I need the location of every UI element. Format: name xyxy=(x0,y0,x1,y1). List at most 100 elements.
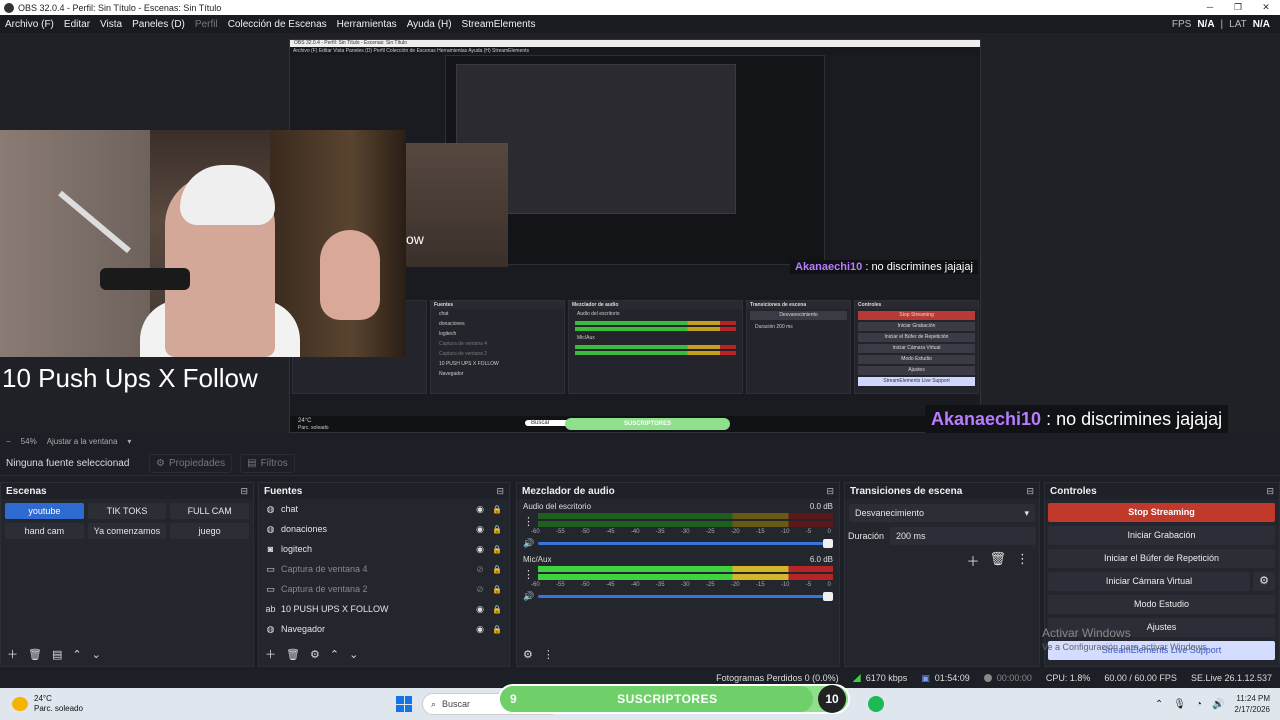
chevron-down-icon[interactable]: ▾ xyxy=(127,437,131,446)
mixer-settings-icon[interactable]: ⚙ xyxy=(523,648,533,661)
menu-paneles[interactable]: Paneles (D) xyxy=(127,19,190,30)
speaker-icon[interactable]: 🔊 xyxy=(523,538,534,549)
more-options-icon[interactable]: ⋮ xyxy=(1016,551,1029,570)
eye-icon[interactable]: ◉ xyxy=(474,604,486,615)
virtual-camera-button[interactable]: Iniciar Cámara Virtual xyxy=(1048,572,1250,591)
dock-float-icon[interactable]: ⊟ xyxy=(1026,486,1034,497)
duration-input[interactable]: 200 ms xyxy=(890,527,1036,545)
source-item[interactable]: ▭ Captura de ventana 4 ⊘ 🔒 xyxy=(259,559,509,579)
lock-icon[interactable]: 🔒 xyxy=(491,505,503,514)
mic-icon[interactable]: 🎙 xyxy=(1173,699,1186,710)
dock-float-icon[interactable]: ⊟ xyxy=(1266,486,1274,497)
eye-icon[interactable]: ◉ xyxy=(474,544,486,555)
more-options-icon[interactable]: ⋮ xyxy=(543,648,554,661)
source-item[interactable]: ◍ chat ◉ 🔒 xyxy=(259,499,509,519)
scene-ya-comenzamos[interactable]: Ya comenzamos xyxy=(87,523,167,539)
stream-preview[interactable]: OBS 32.0.4 - Perfil: Sin Título - Escena… xyxy=(0,33,1280,433)
menu-streamelements[interactable]: StreamElements xyxy=(457,19,541,30)
dock-float-icon[interactable]: ⊟ xyxy=(826,486,834,497)
trash-icon[interactable]: 🗑 xyxy=(286,648,300,661)
studio-mode-button[interactable]: Modo Estudio xyxy=(1048,595,1275,614)
lock-icon[interactable]: 🔒 xyxy=(491,605,503,614)
menu-editar[interactable]: Editar xyxy=(59,19,95,30)
chevron-down-icon[interactable]: ⌄ xyxy=(349,648,358,661)
spotify-icon[interactable] xyxy=(868,696,884,712)
chevron-up-icon[interactable]: ⌃ xyxy=(330,648,339,661)
menu-perfil[interactable]: Perfil xyxy=(190,19,223,30)
nested-mixer-title: Mezclador de audio xyxy=(569,301,742,309)
stop-streaming-button[interactable]: Stop Streaming xyxy=(1048,503,1275,522)
transition-select[interactable]: Desvanecimiento ▾ xyxy=(849,504,1035,522)
subscriber-count: 9 xyxy=(510,692,517,706)
add-icon[interactable]: ＋ xyxy=(265,646,276,662)
wifi-icon[interactable]: ◔ xyxy=(1196,699,1202,710)
nested-meter xyxy=(575,321,736,325)
scene-youtube[interactable]: youtube xyxy=(5,503,84,519)
source-item[interactable]: ◍ donaciones ◉ 🔒 xyxy=(259,519,509,539)
fit-window-dropdown[interactable]: Ajustar a la ventana xyxy=(47,437,118,446)
nested-menu: Archivo (F) Editar Vista Paneles (D) Per… xyxy=(290,47,980,55)
obs-window: OBS 32.0.4 - Perfil: Sin Título - Escena… xyxy=(0,0,1280,720)
weather-widget[interactable]: 24°C Parc. soleado xyxy=(0,694,380,714)
minimize-button[interactable]: ─ xyxy=(1196,2,1224,13)
replay-buffer-button[interactable]: Iniciar el Búfer de Repetición xyxy=(1048,549,1275,568)
speaker-icon[interactable]: 🔊 xyxy=(523,591,534,602)
filters-button[interactable]: ▤ Filtros xyxy=(240,454,295,473)
dock-float-icon[interactable]: ⊟ xyxy=(240,486,248,497)
eye-icon[interactable]: ◉ xyxy=(474,504,486,515)
filter-icon[interactable]: ▤ xyxy=(52,648,62,661)
scene-juego[interactable]: juego xyxy=(170,523,249,539)
eye-hidden-icon[interactable]: ⊘ xyxy=(474,584,486,595)
scene-tik-toks[interactable]: TIK TOKS xyxy=(87,503,167,519)
clock[interactable]: 11:24 PM 2/17/2026 xyxy=(1234,693,1270,715)
add-icon[interactable]: ＋ xyxy=(7,646,18,662)
tick-label: -25 xyxy=(705,582,715,588)
menu-archivo[interactable]: Archivo (F) xyxy=(0,19,59,30)
subscriber-label: SUSCRIPTORES xyxy=(617,692,718,706)
properties-button[interactable]: ⚙ Propiedades xyxy=(149,454,233,473)
windows-start-icon[interactable] xyxy=(396,696,412,712)
transitions-dock: Transiciones de escena ⊟ Desvanecimiento ▾… xyxy=(844,482,1040,667)
menu-vista[interactable]: Vista xyxy=(95,19,127,30)
eye-icon[interactable]: ◉ xyxy=(474,624,486,635)
source-item[interactable]: ◍ Navegador ◉ 🔒 xyxy=(259,619,509,639)
volume-knob[interactable] xyxy=(823,539,833,548)
menu-ayuda[interactable]: Ayuda (H) xyxy=(402,19,457,30)
zoom-out-button[interactable]: − xyxy=(6,437,11,446)
close-button[interactable]: ✕ xyxy=(1252,2,1280,13)
gear-icon[interactable]: ⚙ xyxy=(310,648,320,661)
source-item[interactable]: ◙ logitech ◉ 🔒 xyxy=(259,539,509,559)
dock-float-icon[interactable]: ⊟ xyxy=(496,486,504,497)
chevron-down-icon[interactable]: ⌄ xyxy=(92,648,101,661)
menu-herramientas[interactable]: Herramientas xyxy=(332,19,402,30)
lock-icon[interactable]: 🔒 xyxy=(491,565,503,574)
controls-header: Controles ⊟ xyxy=(1045,483,1279,499)
lock-icon[interactable]: 🔒 xyxy=(491,625,503,634)
gear-icon[interactable]: ⚙ xyxy=(1253,572,1275,591)
chevron-up-icon[interactable]: ⌃ xyxy=(72,648,81,661)
eye-icon[interactable]: ◉ xyxy=(474,524,486,535)
lock-icon[interactable]: 🔒 xyxy=(491,525,503,534)
volume-knob[interactable] xyxy=(823,592,833,601)
start-recording-button[interactable]: Iniciar Grabación xyxy=(1048,526,1275,545)
volume-slider[interactable] xyxy=(538,539,833,548)
scene-hand-cam[interactable]: hand cam xyxy=(5,523,84,539)
tick-label: 0 xyxy=(827,529,831,535)
trash-icon[interactable]: 🗑 xyxy=(989,551,1006,570)
source-item[interactable]: ab 10 PUSH UPS X FOLLOW ◉ 🔒 xyxy=(259,599,509,619)
eye-hidden-icon[interactable]: ⊘ xyxy=(474,564,486,575)
scene-full-cam[interactable]: FULL CAM xyxy=(170,503,249,519)
chevron-up-icon[interactable]: ⌃ xyxy=(1155,699,1163,710)
source-item[interactable]: ▭ Captura de ventana 2 ⊘ 🔒 xyxy=(259,579,509,599)
lock-icon[interactable]: 🔒 xyxy=(491,545,503,554)
weather-icon xyxy=(12,697,28,711)
volume-slider[interactable] xyxy=(538,592,833,601)
trash-icon[interactable]: 🗑 xyxy=(28,648,42,661)
volume-icon[interactable]: 🔊 xyxy=(1212,699,1224,710)
menu-coleccion-escenas[interactable]: Colección de Escenas xyxy=(223,19,332,30)
add-icon[interactable]: ＋ xyxy=(966,551,979,570)
channel-menu-icon[interactable]: ⋮ xyxy=(523,515,534,528)
lock-icon[interactable]: 🔒 xyxy=(491,585,503,594)
maximize-button[interactable]: ❐ xyxy=(1224,2,1252,13)
channel-menu-icon[interactable]: ⋮ xyxy=(523,568,534,581)
